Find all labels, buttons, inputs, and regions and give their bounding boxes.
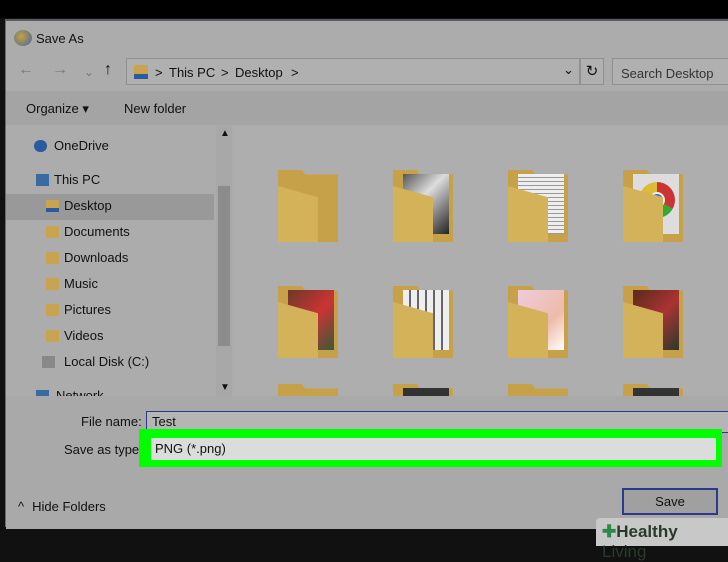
folder-item[interactable]	[508, 278, 572, 358]
pictures-icon	[46, 304, 59, 316]
hide-folders-button[interactable]: ^ Hide Folders	[18, 499, 106, 514]
folder-item[interactable]	[393, 278, 457, 358]
save-as-type-label: Save as type:	[64, 442, 143, 457]
sidebar-item-local-disk[interactable]: Local Disk (C:)	[6, 350, 214, 376]
paint-app-icon	[14, 30, 32, 46]
forward-button[interactable]: →	[52, 61, 68, 79]
window-title: Save As	[36, 31, 84, 46]
new-folder-button[interactable]: New folder	[124, 101, 186, 116]
plus-icon: ✚	[602, 522, 617, 541]
desktop-folder-icon	[46, 200, 59, 212]
back-button[interactable]: ←	[18, 61, 34, 79]
documents-icon	[46, 226, 59, 238]
cloud-icon	[34, 140, 47, 152]
folder-item[interactable]	[393, 162, 457, 242]
organize-button[interactable]: Organize ▾	[26, 101, 89, 117]
scrollbar-thumb[interactable]	[218, 186, 230, 346]
breadcrumb-desktop[interactable]: Desktop	[235, 65, 283, 80]
save-button[interactable]: Save	[622, 488, 718, 515]
sidebar-item-documents[interactable]: Documents	[6, 220, 214, 246]
sidebar-item-desktop[interactable]: Desktop	[6, 194, 214, 220]
recent-locations-button[interactable]: ⌄	[84, 65, 94, 79]
sidebar-item-label: Documents	[64, 224, 130, 239]
top-bar	[0, 0, 728, 18]
toolbar: Organize ▾ New folder	[6, 91, 728, 125]
folder-item[interactable]	[393, 376, 457, 396]
folder-item[interactable]	[278, 162, 342, 242]
sidebar-item-label: Videos	[64, 328, 104, 343]
sidebar-item-label: Music	[64, 276, 98, 291]
breadcrumb-separator: >	[291, 65, 299, 80]
refresh-button[interactable]: ↻	[580, 58, 604, 85]
save-as-type-select[interactable]: PNG (*.png)	[151, 438, 716, 460]
sidebar-item-label: This PC	[54, 172, 101, 187]
watermark-text: Living	[602, 542, 647, 561]
watermark-logo: ✚Healthy Living	[596, 518, 728, 561]
watermark-text: Healthy	[616, 522, 678, 541]
search-input[interactable]: Search Desktop	[612, 58, 728, 85]
music-icon	[46, 278, 59, 290]
breadcrumb-separator: >	[155, 65, 163, 80]
computer-icon	[36, 174, 49, 186]
sidebar-item-this-pc[interactable]: This PC	[6, 168, 214, 194]
sidebar-item-downloads[interactable]: Downloads	[6, 246, 214, 272]
hide-folders-label: Hide Folders	[32, 499, 106, 514]
videos-icon	[46, 330, 59, 342]
folder-item[interactable]	[508, 376, 572, 396]
sidebar-item-videos[interactable]: Videos	[6, 324, 214, 350]
scroll-up-icon[interactable]: ▲	[220, 128, 230, 139]
navigation-pane: OneDrive This PC Desktop Documents Downl…	[6, 126, 216, 398]
breadcrumb-separator: >	[221, 65, 229, 80]
folder-item[interactable]	[278, 278, 342, 358]
breadcrumb-this-pc[interactable]: This PC	[169, 65, 215, 80]
sidebar-item-label: Local Disk (C:)	[64, 354, 150, 369]
chevron-down-icon[interactable]: ⌄	[563, 62, 574, 78]
file-list	[233, 126, 728, 396]
folder-icon	[134, 65, 148, 79]
sidebar-item-label: Pictures	[64, 302, 111, 317]
up-button[interactable]: ↑	[104, 61, 112, 79]
folder-item[interactable]	[623, 376, 687, 396]
sidebar-item-onedrive[interactable]: OneDrive	[6, 134, 214, 160]
file-name-label: File name:	[81, 414, 142, 429]
save-form: File name: Test Save as type: PNG (*.png…	[6, 396, 728, 529]
sidebar-item-label: OneDrive	[54, 138, 109, 153]
folder-item[interactable]	[278, 376, 342, 396]
address-bar[interactable]: > This PC > Desktop > ⌄	[126, 58, 580, 85]
folder-item[interactable]	[623, 162, 687, 242]
sidebar-item-label: Downloads	[64, 250, 129, 265]
downloads-icon	[46, 252, 59, 264]
sidebar-item-music[interactable]: Music	[6, 272, 214, 298]
drive-icon	[42, 356, 55, 368]
sidebar-item-label: Desktop	[64, 198, 112, 213]
folder-item[interactable]	[508, 162, 572, 242]
sidebar-item-pictures[interactable]: Pictures	[6, 298, 214, 324]
chevron-up-icon: ^	[18, 499, 25, 514]
folder-item[interactable]	[623, 278, 687, 358]
save-as-dialog: Save As ← → ⌄ ↑ > This PC > Desktop > ⌄ …	[5, 19, 728, 529]
sidebar-scrollbar[interactable]: ▲ ▼	[216, 126, 232, 396]
scroll-down-icon[interactable]: ▼	[220, 382, 230, 393]
